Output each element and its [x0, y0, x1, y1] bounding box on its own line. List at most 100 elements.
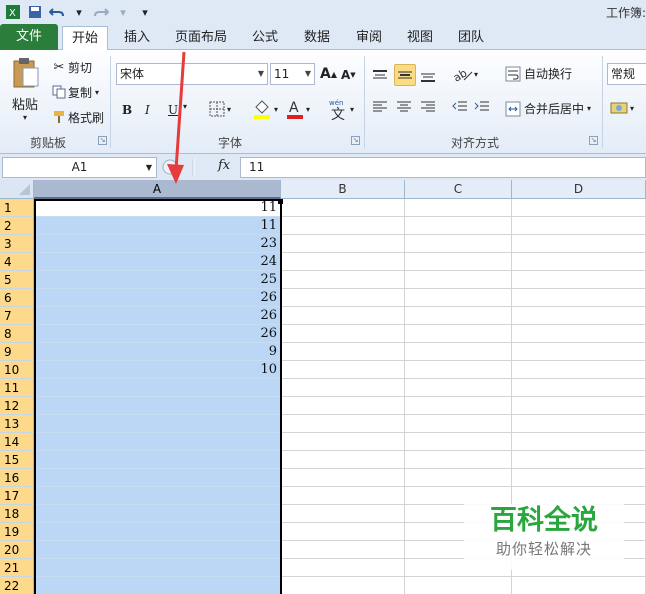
- cut-button[interactable]: ✂ 剪切: [50, 58, 92, 76]
- cell-a[interactable]: [34, 469, 281, 487]
- cell-a[interactable]: [34, 397, 281, 415]
- cell-c[interactable]: [405, 487, 512, 505]
- cell-d[interactable]: [512, 289, 646, 307]
- cell-c[interactable]: [405, 289, 512, 307]
- tab-view[interactable]: 视图: [399, 26, 441, 50]
- cell-c[interactable]: [405, 307, 512, 325]
- fill-handle[interactable]: [278, 199, 283, 204]
- cell-a[interactable]: [34, 487, 281, 505]
- tab-data[interactable]: 数据: [296, 26, 338, 50]
- row-header[interactable]: 4: [0, 253, 34, 271]
- cell-d[interactable]: [512, 361, 646, 379]
- copy-button[interactable]: 复制 ▾: [50, 83, 99, 101]
- tab-file[interactable]: 文件: [0, 24, 58, 50]
- name-box[interactable]: A1 ▼: [2, 157, 157, 178]
- cell-c[interactable]: [405, 343, 512, 361]
- tab-insert[interactable]: 插入: [116, 26, 158, 50]
- cell-d[interactable]: [512, 307, 646, 325]
- row-header[interactable]: 21: [0, 559, 34, 577]
- redo-dropdown-icon[interactable]: ▾: [114, 3, 132, 21]
- accounting-format-button[interactable]: ▾: [610, 100, 634, 116]
- cell-a[interactable]: 23: [34, 235, 281, 253]
- italic-button[interactable]: I: [145, 100, 159, 120]
- row-header[interactable]: 2: [0, 217, 34, 235]
- tab-review[interactable]: 审阅: [348, 26, 390, 50]
- cell-d[interactable]: [512, 577, 646, 594]
- font-name-combo[interactable]: 宋体 ▼: [116, 63, 268, 85]
- cell-b[interactable]: [281, 379, 405, 397]
- cell-a[interactable]: 26: [34, 307, 281, 325]
- cell-d[interactable]: [512, 433, 646, 451]
- format-painter-button[interactable]: 格式刷: [50, 108, 104, 126]
- cell-d[interactable]: [512, 397, 646, 415]
- row-header[interactable]: 10: [0, 361, 34, 379]
- paste-button[interactable]: 粘贴 ▾: [8, 56, 42, 130]
- tab-formulas[interactable]: 公式: [244, 26, 286, 50]
- row-header[interactable]: 5: [0, 271, 34, 289]
- align-middle-button[interactable]: [394, 64, 416, 86]
- active-cell[interactable]: 11: [34, 199, 281, 217]
- cell-c[interactable]: [405, 217, 512, 235]
- cell-d[interactable]: [512, 271, 646, 289]
- cell-c[interactable]: [405, 235, 512, 253]
- cell-a[interactable]: [34, 577, 281, 594]
- cell-b[interactable]: [281, 235, 405, 253]
- cell-b[interactable]: [281, 559, 405, 577]
- column-header-c[interactable]: C: [405, 180, 512, 199]
- cell-c[interactable]: [405, 397, 512, 415]
- row-header[interactable]: 14: [0, 433, 34, 451]
- row-header[interactable]: 1: [0, 199, 34, 217]
- cell-b[interactable]: [281, 541, 405, 559]
- cell-c[interactable]: [405, 325, 512, 343]
- cell-b[interactable]: [281, 217, 405, 235]
- cell-d[interactable]: [512, 325, 646, 343]
- cell-c[interactable]: [405, 271, 512, 289]
- cell-a[interactable]: [34, 451, 281, 469]
- row-header[interactable]: 6: [0, 289, 34, 307]
- row-header[interactable]: 11: [0, 379, 34, 397]
- border-button[interactable]: ▾: [209, 101, 231, 117]
- cell-b[interactable]: [281, 343, 405, 361]
- redo-icon[interactable]: [92, 3, 110, 21]
- column-header-d[interactable]: D: [512, 180, 646, 199]
- formula-input[interactable]: 11: [240, 157, 646, 178]
- align-right-button[interactable]: [420, 100, 440, 114]
- cell-b[interactable]: [281, 307, 405, 325]
- cell-c[interactable]: [405, 361, 512, 379]
- shrink-font-icon[interactable]: A ▼: [341, 66, 359, 84]
- fx-icon[interactable]: fx: [218, 158, 230, 173]
- font-color-button[interactable]: A ▾: [286, 99, 310, 119]
- row-header[interactable]: 15: [0, 451, 34, 469]
- row-header[interactable]: 7: [0, 307, 34, 325]
- cell-b[interactable]: [281, 325, 405, 343]
- phonetic-button[interactable]: wén 文 ▾: [328, 98, 354, 120]
- cell-b[interactable]: [281, 451, 405, 469]
- increase-indent-button[interactable]: [474, 100, 494, 114]
- cell-b[interactable]: [281, 199, 405, 217]
- cell-b[interactable]: [281, 505, 405, 523]
- cell-d[interactable]: [512, 379, 646, 397]
- row-header[interactable]: 20: [0, 541, 34, 559]
- cell-d[interactable]: [512, 343, 646, 361]
- font-size-combo[interactable]: 11 ▼: [270, 63, 315, 85]
- cell-a[interactable]: 25: [34, 271, 281, 289]
- align-center-button[interactable]: [396, 100, 416, 114]
- tab-home[interactable]: 开始: [62, 26, 108, 50]
- row-header[interactable]: 17: [0, 487, 34, 505]
- row-header[interactable]: 19: [0, 523, 34, 541]
- undo-icon[interactable]: [48, 3, 66, 21]
- cell-a[interactable]: 11: [34, 217, 281, 235]
- cell-a[interactable]: [34, 505, 281, 523]
- cell-a[interactable]: [34, 433, 281, 451]
- cell-b[interactable]: [281, 289, 405, 307]
- cell-c[interactable]: [405, 451, 512, 469]
- row-header[interactable]: 22: [0, 577, 34, 594]
- cell-b[interactable]: [281, 361, 405, 379]
- bold-button[interactable]: B: [122, 100, 136, 120]
- cell-c[interactable]: [405, 253, 512, 271]
- grow-font-icon[interactable]: A ▲: [320, 64, 338, 84]
- cell-d[interactable]: [512, 217, 646, 235]
- cell-b[interactable]: [281, 523, 405, 541]
- align-left-button[interactable]: [372, 100, 392, 114]
- alignment-launcher-icon[interactable]: ↘: [589, 136, 598, 145]
